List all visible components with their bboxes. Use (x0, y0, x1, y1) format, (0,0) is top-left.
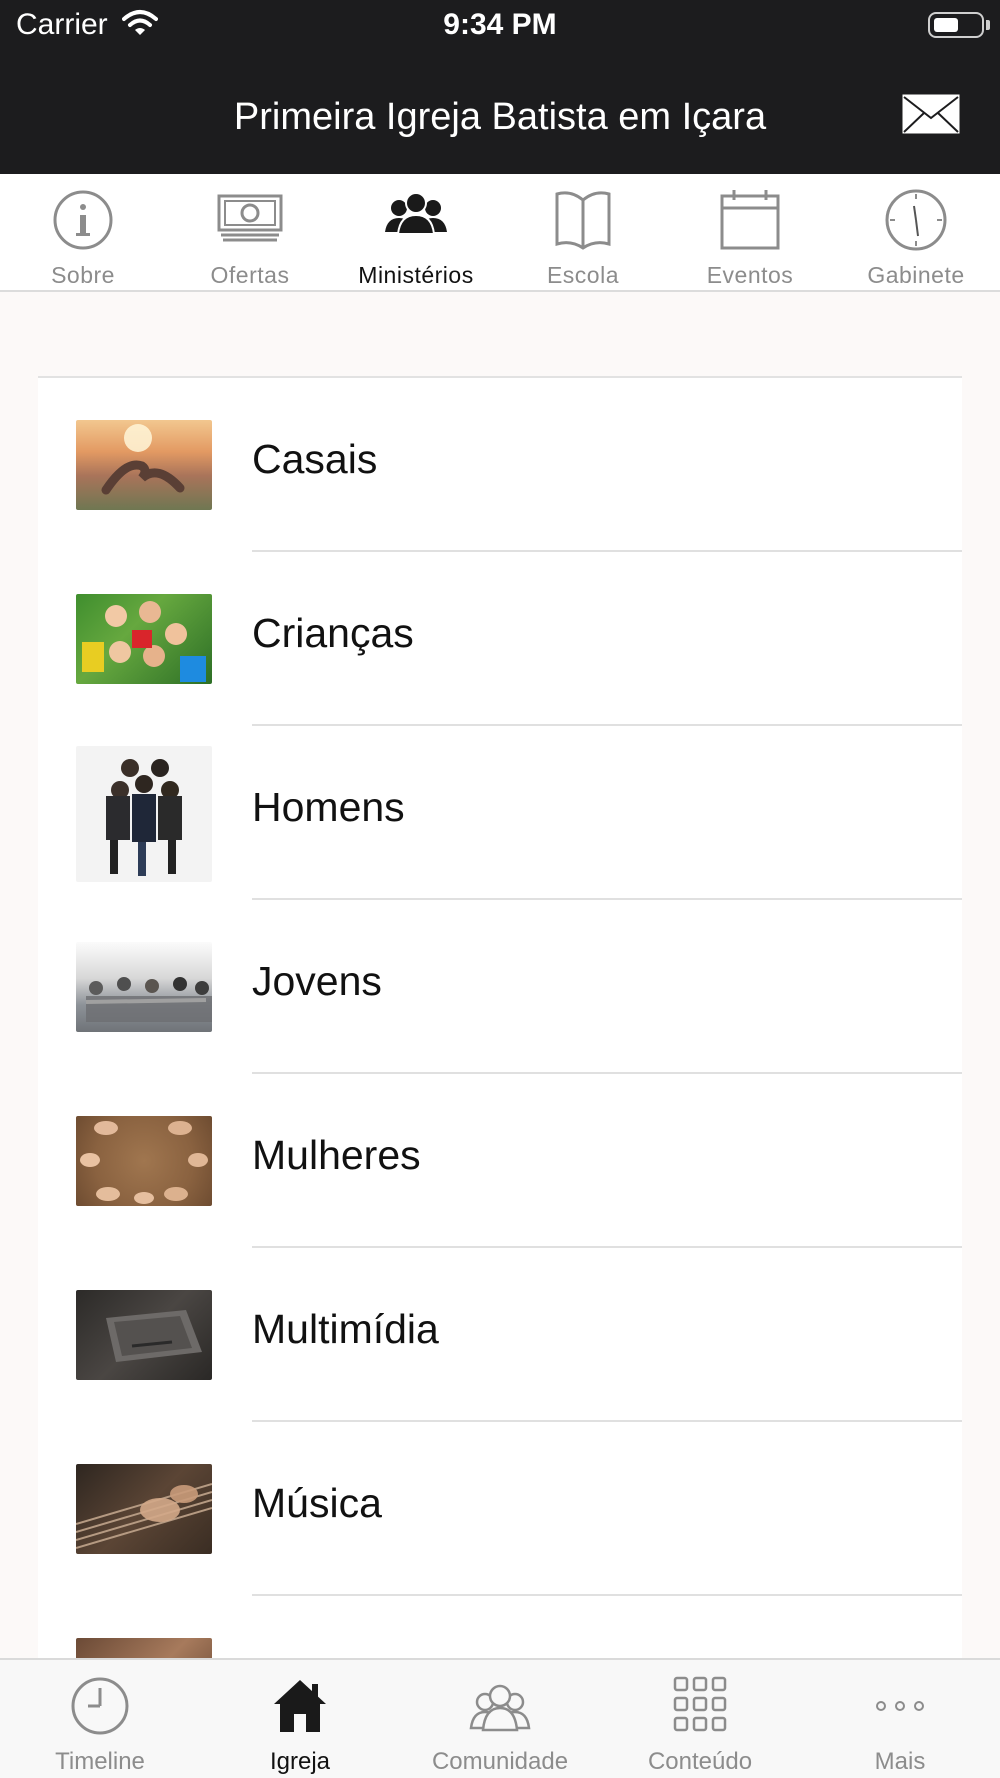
list-item-partial[interactable] (38, 1596, 962, 1658)
nav-label: Mais (874, 1748, 926, 1775)
list-item-label: Música (252, 1480, 382, 1526)
nav-mais[interactable]: Mais (800, 1660, 1000, 1778)
ministries-list: Casais Crianças Homens Jovens Mulheres M (38, 376, 962, 1658)
people-icon (383, 188, 449, 253)
list-item-musica[interactable]: Música (38, 1422, 962, 1596)
page-title: Primeira Igreja Batista em Içara (233, 96, 767, 138)
bottom-navigation: Timeline Igreja Comunidade Conteúdo Mais (0, 1658, 1000, 1778)
tab-eventos[interactable]: Eventos (667, 174, 833, 292)
multimidia-thumbnail (76, 1290, 212, 1380)
partial-thumbnail (76, 1638, 212, 1658)
app-header: Carrier 9:34 PM Primeira Igreja Batista … (0, 0, 1000, 174)
tab-label: Ofertas (210, 262, 290, 288)
envelope-icon[interactable] (902, 94, 960, 134)
more-icon (875, 1676, 925, 1741)
tab-label: Eventos (706, 262, 794, 288)
casais-thumbnail (76, 420, 212, 510)
tab-label: Gabinete (867, 262, 965, 288)
homens-thumbnail (76, 746, 212, 882)
battery-icon (928, 12, 984, 38)
nav-comunidade[interactable]: Comunidade (400, 1660, 600, 1778)
tab-label: Escola (546, 262, 620, 288)
mulheres-thumbnail (76, 1116, 212, 1206)
nav-igreja[interactable]: Igreja (200, 1660, 400, 1778)
list-item-criancas[interactable]: Crianças (38, 552, 962, 726)
list-item-multimidia[interactable]: Multimídia (38, 1248, 962, 1422)
grid-icon (673, 1676, 727, 1741)
calendar-icon (718, 188, 782, 257)
nav-label: Timeline (55, 1748, 145, 1775)
battery-nub (986, 20, 990, 30)
jovens-thumbnail (76, 942, 212, 1032)
nav-label: Igreja (269, 1748, 331, 1775)
list-item-label: Crianças (252, 610, 414, 656)
section-tabs: Sobre Ofertas Ministérios Escola Eventos… (0, 174, 1000, 292)
nav-timeline[interactable]: Timeline (0, 1660, 200, 1778)
list-item-mulheres[interactable]: Mulheres (38, 1074, 962, 1248)
status-bar: Carrier 9:34 PM (0, 0, 1000, 54)
list-item-casais[interactable]: Casais (38, 378, 962, 552)
tab-ministerios[interactable]: Ministérios (333, 174, 499, 292)
musica-thumbnail (75, 1464, 213, 1554)
tab-escola[interactable]: Escola (500, 174, 666, 292)
criancas-thumbnail (76, 594, 212, 684)
community-icon (467, 1676, 533, 1741)
status-time: 9:34 PM (443, 8, 557, 41)
tab-ofertas[interactable]: Ofertas (167, 174, 333, 292)
list-item-label: Multimídia (252, 1306, 439, 1352)
list-item-label: Jovens (252, 958, 382, 1004)
nav-label: Comunidade (431, 1748, 569, 1775)
list-item-label: Mulheres (252, 1132, 421, 1178)
clock-icon (70, 1676, 130, 1741)
book-icon (551, 188, 615, 257)
list-item-jovens[interactable]: Jovens (38, 900, 962, 1074)
tab-label: Sobre (51, 262, 115, 288)
nav-label: Conteúdo (647, 1748, 753, 1775)
list-item-homens[interactable]: Homens (38, 726, 962, 900)
clock-icon (884, 188, 948, 257)
money-icon (217, 188, 283, 253)
home-icon (270, 1676, 330, 1741)
info-icon (51, 188, 115, 257)
list-item-label: Casais (252, 436, 378, 482)
nav-conteudo[interactable]: Conteúdo (600, 1660, 800, 1778)
list-item-label: Homens (252, 784, 405, 830)
tab-sobre[interactable]: Sobre (0, 174, 166, 292)
tab-label: Ministérios (358, 262, 474, 288)
tab-gabinete[interactable]: Gabinete (833, 174, 999, 292)
